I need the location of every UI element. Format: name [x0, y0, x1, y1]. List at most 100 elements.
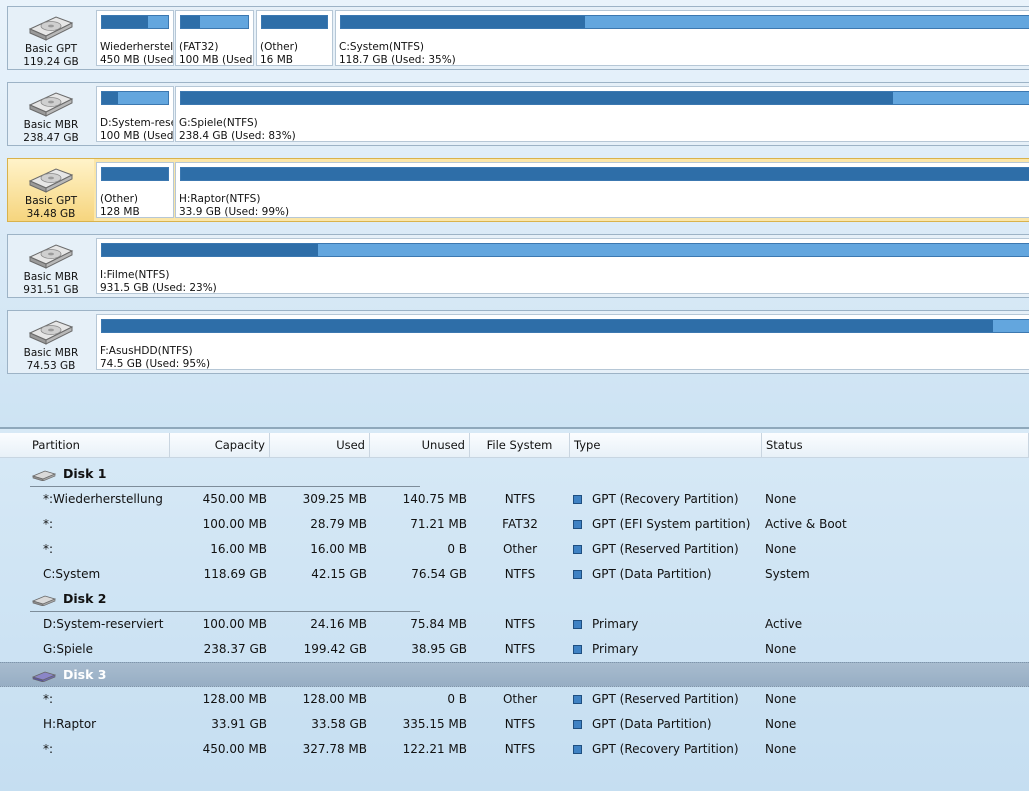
disk-row[interactable]: Basic MBR 74.53 GB F:AsusHDD(NTFS) 74.5 GB …	[7, 310, 1029, 374]
hard-disk-small-icon	[32, 671, 56, 682]
column-header[interactable]: Capacity	[170, 433, 270, 457]
table-row[interactable]: H:Raptor 33.91 GB 33.58 GB 335.15 MB NTFS GPT…	[0, 712, 1029, 737]
partition-type-square-icon	[573, 720, 582, 729]
cell-fs: NTFS	[504, 492, 536, 506]
partition-detail: 74.5 GB (Used: 95%)	[100, 358, 211, 370]
partition-detail: 16 MB	[260, 54, 293, 66]
hard-disk-icon	[28, 16, 74, 41]
table-row[interactable]: C:System 118.69 GB 42.15 GB 76.54 GB NTFS GPT…	[0, 562, 1029, 587]
partition-block[interactable]: (Other) 128 MB	[96, 162, 174, 218]
partition-block[interactable]: (Other) 16 MB	[256, 10, 333, 66]
table-row[interactable]: *: 450.00 MB 327.78 MB 122.21 MB NTFS GPT (Re…	[0, 737, 1029, 762]
cell-unused: 0 B	[447, 542, 467, 556]
cell-status: None	[765, 742, 797, 756]
cell-fs: NTFS	[504, 717, 536, 731]
disk-type-label: Basic MBR	[23, 271, 79, 283]
cell-partition: *:	[43, 692, 54, 706]
partition-block[interactable]: C:System(NTFS) 118.7 GB (Used: 35%)	[335, 10, 1029, 66]
partition-usage-fill	[102, 320, 994, 332]
partition-block[interactable]: I:Filme(NTFS) 931.5 GB (Used: 23%)	[96, 238, 1029, 294]
disk-info[interactable]: Basic GPT 34.48 GB	[8, 159, 94, 221]
disk-row[interactable]: Basic GPT 119.24 GB Wiederherstell 450 MB (…	[7, 6, 1029, 70]
cell-used: 309.25 MB	[302, 492, 367, 506]
partition-block[interactable]: D:System-rese 100 MB (Used:	[96, 86, 174, 142]
table-row[interactable]: G:Spiele 238.37 GB 199.42 GB 38.95 GB NTFS Pr…	[0, 637, 1029, 662]
cell-fs: NTFS	[504, 642, 536, 656]
table-row[interactable]: *: 100.00 MB 28.79 MB 71.21 MB FAT32 GPT (EFI…	[0, 512, 1029, 537]
partition-usage-bar	[101, 243, 1029, 257]
cell-type: Primary	[592, 617, 639, 631]
column-header[interactable]: Status	[762, 433, 1029, 457]
partition-block[interactable]: Wiederherstell 450 MB (Used:	[96, 10, 174, 66]
disk-type-label: Basic MBR	[23, 119, 79, 131]
partition-usage-bar	[101, 319, 1029, 333]
hard-disk-icon	[28, 244, 74, 269]
partition-block[interactable]: F:AsusHDD(NTFS) 74.5 GB (Used: 95%)	[96, 314, 1029, 370]
partition-name: (Other)	[100, 193, 139, 205]
cell-used: 327.78 MB	[302, 742, 367, 756]
partition-detail: 33.9 GB (Used: 99%)	[179, 206, 290, 218]
disk-info[interactable]: Basic MBR 74.53 GB	[8, 311, 94, 373]
cell-capacity: 118.69 GB	[203, 567, 267, 581]
column-header[interactable]: Unused	[370, 433, 470, 457]
partition-usage-bar	[101, 167, 169, 181]
disk-info[interactable]: Basic MBR 931.51 GB	[8, 235, 94, 297]
column-header[interactable]: Used	[270, 433, 370, 457]
cell-status: None	[765, 692, 797, 706]
cell-fs: Other	[502, 692, 538, 706]
cell-status: None	[765, 642, 797, 656]
disk-group-row[interactable]: Disk 1	[0, 462, 1029, 487]
partition-block[interactable]: H:Raptor(NTFS) 33.9 GB (Used: 99%)	[175, 162, 1029, 218]
cell-capacity: 128.00 MB	[202, 692, 267, 706]
disk-group-row[interactable]: Disk 2	[0, 587, 1029, 612]
partition-block[interactable]: (FAT32) 100 MB (Used:	[175, 10, 254, 66]
table-row[interactable]: *:Wiederherstellung 450.00 MB 309.25 MB 140…	[0, 487, 1029, 512]
partition-detail: 450 MB (Used:	[100, 54, 174, 66]
partition-name: D:System-rese	[100, 117, 174, 129]
column-header[interactable]: Partition	[28, 433, 170, 457]
partition-detail: 100 MB (Used:	[100, 130, 174, 142]
cell-capacity: 16.00 MB	[210, 542, 267, 556]
partition-usage-bar	[180, 91, 1029, 105]
partition-usage-bar	[101, 15, 169, 29]
cell-capacity: 100.00 MB	[202, 517, 267, 531]
hard-disk-icon	[28, 168, 74, 193]
cell-capacity: 238.37 GB	[203, 642, 267, 656]
disk-size-label: 34.48 GB	[26, 208, 76, 220]
partition-usage-fill	[181, 168, 1029, 180]
partition-usage-fill	[181, 16, 201, 28]
cell-unused: 335.15 MB	[402, 717, 467, 731]
cell-used: 42.15 GB	[311, 567, 367, 581]
partition-block[interactable]: G:Spiele(NTFS) 238.4 GB (Used: 83%)	[175, 86, 1029, 142]
partition-type-square-icon	[573, 745, 582, 754]
partition-usage-bar	[180, 167, 1029, 181]
cell-unused: 71.21 MB	[410, 517, 467, 531]
hard-disk-icon	[28, 320, 74, 345]
disk-size-label: 931.51 GB	[23, 284, 79, 296]
cell-fs: NTFS	[504, 617, 536, 631]
table-row[interactable]: *: 128.00 MB 128.00 MB 0 B Other GPT (Reserve…	[0, 687, 1029, 712]
partition-type-square-icon	[573, 495, 582, 504]
partition-usage-bar	[180, 15, 249, 29]
cell-used: 24.16 MB	[310, 617, 367, 631]
disk-row[interactable]: Basic MBR 931.51 GB I:Filme(NTFS) 931.5 GB …	[7, 234, 1029, 298]
cell-unused: 0 B	[447, 692, 467, 706]
partition-usage-fill	[102, 168, 168, 180]
partition-name: H:Raptor(NTFS)	[179, 193, 261, 205]
partition-detail: 128 MB	[100, 206, 140, 218]
disk-row[interactable]: Basic GPT 34.48 GB (Other) 128 MB H:Raptor(N…	[7, 158, 1029, 222]
table-row[interactable]: D:System-reserviert 100.00 MB 24.16 MB 75.8…	[0, 612, 1029, 637]
column-header[interactable]: File System	[470, 433, 570, 457]
cell-partition: *:	[43, 517, 54, 531]
disk-group-row[interactable]: Disk 3	[0, 662, 1029, 687]
disk-info[interactable]: Basic MBR 238.47 GB	[8, 83, 94, 145]
disk-row[interactable]: Basic MBR 238.47 GB D:System-rese 100 MB (U…	[7, 82, 1029, 146]
table-row[interactable]: *: 16.00 MB 16.00 MB 0 B Other GPT (Reserved …	[0, 537, 1029, 562]
cell-status: System	[765, 567, 810, 581]
disk-type-label: Basic GPT	[24, 43, 78, 55]
partition-detail: 100 MB (Used:	[179, 54, 254, 66]
disk-info[interactable]: Basic GPT 119.24 GB	[8, 7, 94, 69]
cell-fs: FAT32	[502, 517, 538, 531]
partition-detail: 238.4 GB (Used: 83%)	[179, 130, 296, 142]
column-header[interactable]: Type	[570, 433, 762, 457]
